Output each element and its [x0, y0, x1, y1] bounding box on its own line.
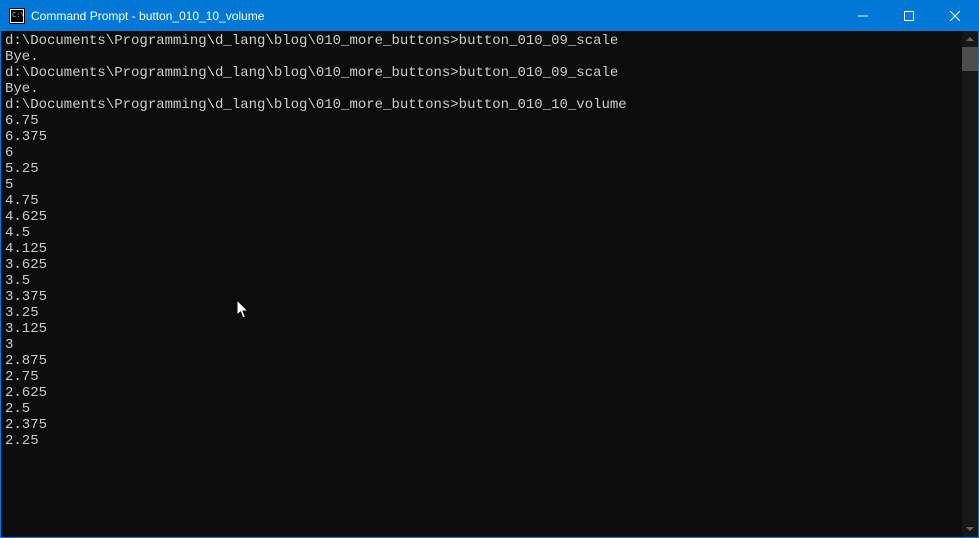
window-title: Command Prompt - button_010_10_volume [31, 9, 840, 23]
terminal-line: d:\Documents\Programming\d_lang\blog\010… [5, 65, 958, 81]
titlebar[interactable]: C:\ Command Prompt - button_010_10_volum… [1, 1, 978, 31]
terminal-line: d:\Documents\Programming\d_lang\blog\010… [5, 97, 958, 113]
maximize-button[interactable] [886, 1, 932, 31]
terminal-line: 6 [5, 145, 958, 161]
terminal-area: d:\Documents\Programming\d_lang\blog\010… [1, 31, 978, 537]
terminal-line: 5 [5, 177, 958, 193]
terminal-line: 4.125 [5, 241, 958, 257]
terminal-line: 3.25 [5, 305, 958, 321]
terminal-line: 3.625 [5, 257, 958, 273]
terminal-line: 3.375 [5, 289, 958, 305]
minimize-button[interactable] [840, 1, 886, 31]
terminal-line: 2.75 [5, 369, 958, 385]
svg-text:C:\: C:\ [12, 11, 25, 19]
terminal-line: 6.375 [5, 129, 958, 145]
window-controls [840, 1, 978, 31]
terminal-line: 5.25 [5, 161, 958, 177]
terminal-line: 2.875 [5, 353, 958, 369]
scroll-down-arrow[interactable] [962, 521, 978, 537]
terminal-line: 3 [5, 337, 958, 353]
terminal-line: 4.625 [5, 209, 958, 225]
terminal-line: 3.5 [5, 273, 958, 289]
terminal-line: 4.5 [5, 225, 958, 241]
terminal-line: 6.75 [5, 113, 958, 129]
scroll-up-arrow[interactable] [962, 31, 978, 47]
terminal-line: 2.625 [5, 385, 958, 401]
scrollbar-track[interactable] [962, 47, 978, 521]
terminal-line: d:\Documents\Programming\d_lang\blog\010… [5, 33, 958, 49]
terminal-line: 3.125 [5, 321, 958, 337]
terminal-line: Bye. [5, 49, 958, 65]
command-prompt-window: C:\ Command Prompt - button_010_10_volum… [0, 0, 979, 538]
terminal-line: 2.25 [5, 433, 958, 449]
vertical-scrollbar[interactable] [962, 31, 978, 537]
close-button[interactable] [932, 1, 978, 31]
terminal-output[interactable]: d:\Documents\Programming\d_lang\blog\010… [1, 31, 962, 537]
terminal-line: 2.5 [5, 401, 958, 417]
scrollbar-thumb[interactable] [962, 47, 978, 71]
app-icon: C:\ [9, 8, 25, 24]
terminal-line: 2.375 [5, 417, 958, 433]
terminal-line: Bye. [5, 81, 958, 97]
terminal-line: 4.75 [5, 193, 958, 209]
